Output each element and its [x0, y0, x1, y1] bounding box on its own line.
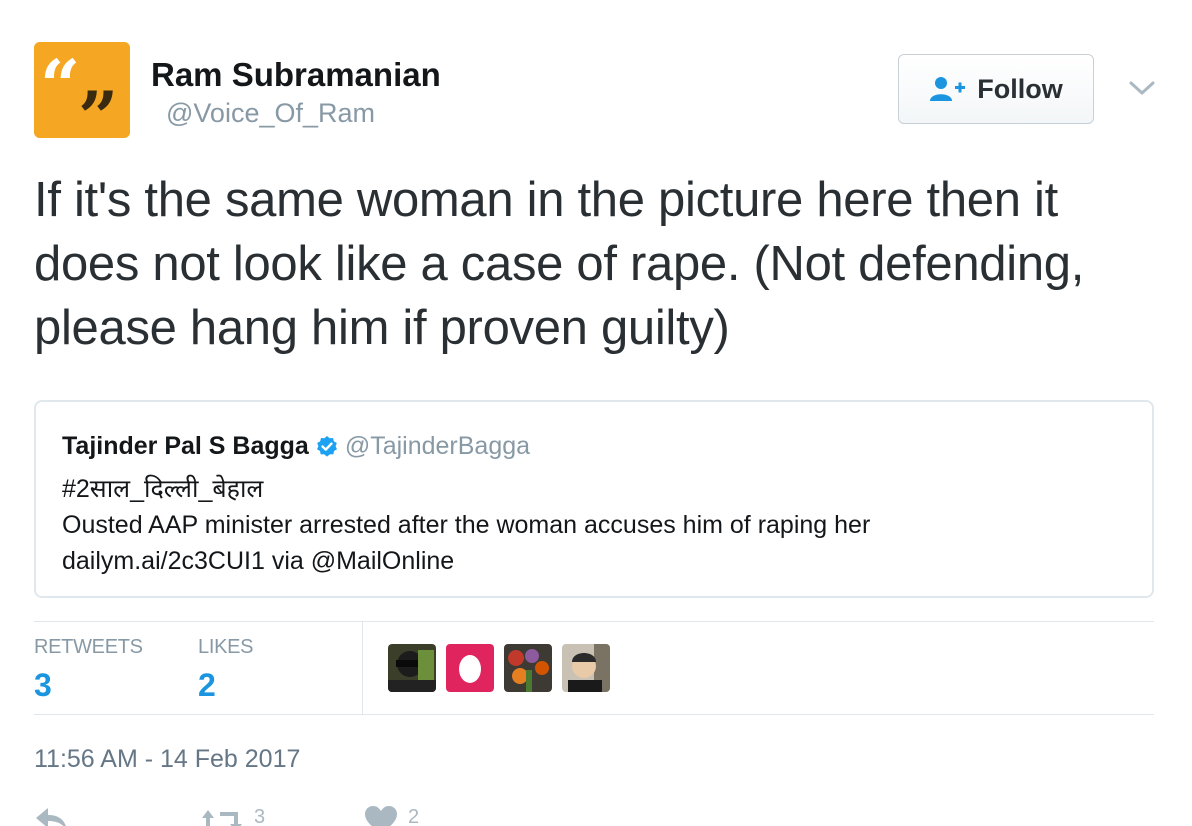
heart-icon [365, 806, 397, 826]
quoted-via[interactable]: via @MailOnline [272, 547, 454, 575]
svg-text:”: ” [78, 76, 118, 138]
retweets-count: 3 [34, 667, 52, 703]
likes-count: 2 [198, 667, 216, 703]
follow-label: Follow [977, 73, 1063, 104]
likes-label: LIKES [198, 636, 254, 658]
liker-avatar[interactable] [446, 644, 494, 692]
author-handle[interactable]: @Voice_Of_Ram [166, 98, 375, 129]
egg-icon [446, 644, 494, 692]
liker-photo-icon [504, 644, 552, 692]
stats-vertical-divider [362, 622, 363, 714]
quoted-tweet[interactable]: Tajinder Pal S Bagga @TajinderBagga #2सा… [34, 400, 1154, 598]
likes-stat[interactable]: LIKES 2 [198, 636, 254, 704]
quoted-hashtag[interactable]: #2साल_दिल्ली_बेहाल [62, 471, 870, 507]
verified-badge-icon [316, 435, 337, 457]
tweet-text: If it's the same woman in the picture he… [34, 173, 1085, 355]
retweet-icon [202, 810, 242, 826]
quote-marks-icon: “ ” [34, 42, 130, 138]
author-name[interactable]: Ram Subramanian [151, 56, 441, 94]
retweet-count: 3 [254, 806, 266, 826]
quoted-tweet-header: Tajinder Pal S Bagga @TajinderBagga [62, 432, 530, 461]
quoted-author-handle: @TajinderBagga [344, 432, 531, 460]
quoted-author-name: Tajinder Pal S Bagga [62, 432, 309, 460]
svg-text:“: “ [40, 44, 80, 127]
liker-avatar[interactable] [504, 644, 552, 692]
retweet-button[interactable]: 3 [200, 806, 265, 826]
quoted-link-line: dailym.ai/2c3CUI1 via @MailOnline [62, 543, 870, 579]
tweet-timestamp[interactable]: 11:56 AM - 14 Feb 2017 [34, 745, 300, 774]
author-avatar[interactable]: “ ” [34, 42, 130, 138]
liker-photo-icon [562, 644, 610, 692]
liker-avatar[interactable] [562, 644, 610, 692]
stats-divider-bottom [34, 714, 1154, 715]
liker-avatar[interactable] [388, 644, 436, 692]
retweets-label: RETWEETS [34, 636, 143, 658]
liker-photo-icon [388, 644, 436, 692]
like-count: 2 [408, 806, 420, 826]
add-user-icon [930, 77, 966, 101]
quoted-link[interactable]: dailym.ai/2c3CUI1 [62, 547, 265, 575]
like-button[interactable]: 2 [364, 806, 419, 826]
follow-button[interactable]: Follow [898, 54, 1094, 124]
liker-avatars [388, 644, 610, 692]
stats-divider-top [34, 621, 1154, 622]
quoted-tweet-body: #2साल_दिल्ली_बेहाल Ousted AAP minister a… [62, 471, 870, 579]
reply-icon [36, 808, 66, 826]
retweets-stat[interactable]: RETWEETS 3 [34, 636, 143, 704]
tweet-actions: 3 2 [34, 806, 534, 826]
quoted-text-line: Ousted AAP minister arrested after the w… [62, 511, 871, 539]
chevron-down-icon[interactable] [1128, 78, 1156, 98]
reply-button[interactable] [34, 806, 70, 826]
